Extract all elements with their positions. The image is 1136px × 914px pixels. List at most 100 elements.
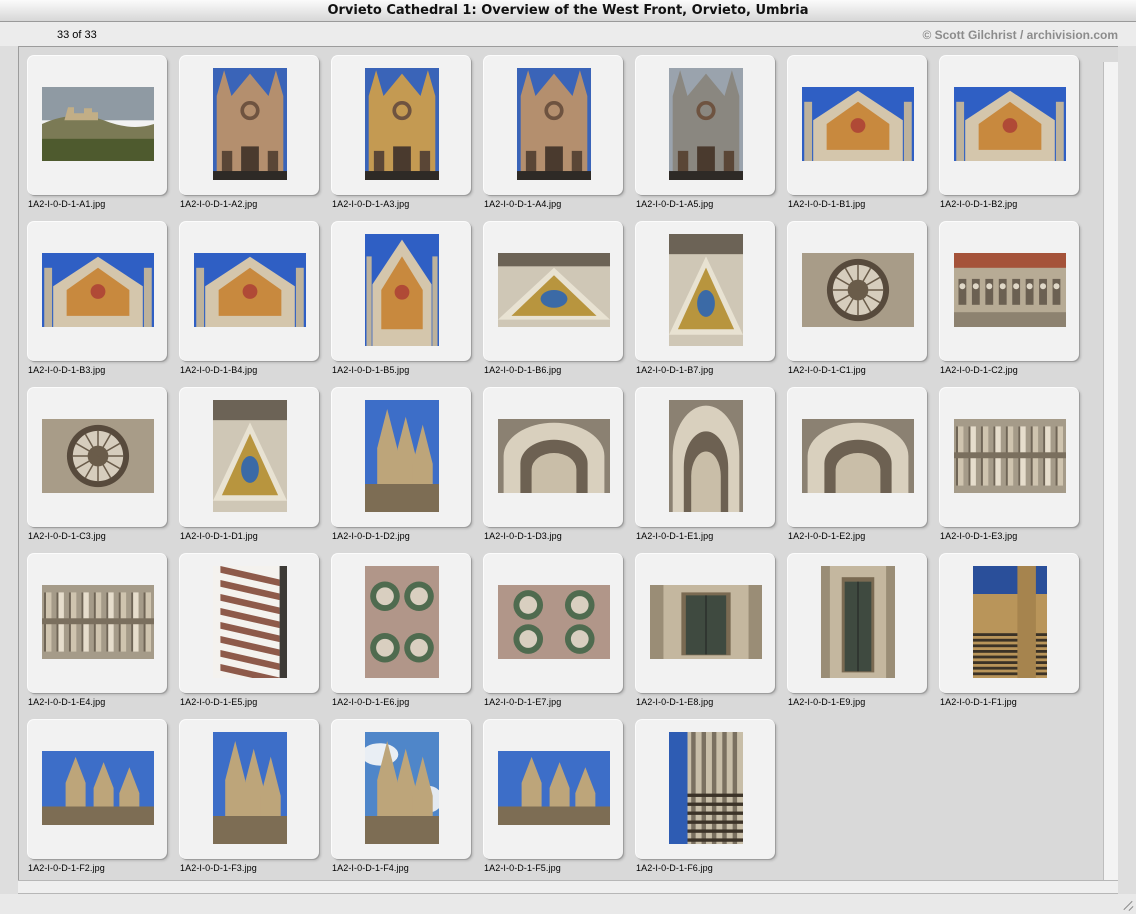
thumbnail-card[interactable] xyxy=(27,387,167,527)
thumbnail-card[interactable] xyxy=(27,221,167,361)
thumbnail-card[interactable] xyxy=(787,221,927,361)
thumbnail-image[interactable] xyxy=(802,87,914,161)
thumbnail-image[interactable] xyxy=(498,585,610,659)
thumbnail-card[interactable] xyxy=(483,719,623,859)
thumbnail-item[interactable]: 1A2-I-0-D-1-E1.jpg xyxy=(635,387,775,545)
thumbnail-image[interactable] xyxy=(498,751,610,825)
thumbnail-item[interactable]: 1A2-I-0-D-1-C2.jpg xyxy=(939,221,1079,379)
thumbnail-card[interactable] xyxy=(787,387,927,527)
thumbnail-item[interactable]: 1A2-I-0-D-1-D3.jpg xyxy=(483,387,623,545)
horizontal-scrollbar[interactable] xyxy=(18,880,1118,894)
thumbnail-card[interactable] xyxy=(939,387,1079,527)
thumbnail-card[interactable] xyxy=(635,387,775,527)
thumbnail-card[interactable] xyxy=(939,553,1079,693)
thumbnail-card[interactable] xyxy=(483,221,623,361)
thumbnail-image[interactable] xyxy=(669,400,743,512)
thumbnail-image[interactable] xyxy=(42,751,154,825)
thumbnail-item[interactable]: 1A2-I-0-D-1-A3.jpg xyxy=(331,55,471,213)
thumbnail-card[interactable] xyxy=(635,221,775,361)
thumbnail-item[interactable]: 1A2-I-0-D-1-F5.jpg xyxy=(483,719,623,877)
thumbnail-image[interactable] xyxy=(954,419,1066,493)
thumbnail-item[interactable]: 1A2-I-0-D-1-B1.jpg xyxy=(787,55,927,213)
thumbnail-image[interactable] xyxy=(42,419,154,493)
thumbnail-item[interactable]: 1A2-I-0-D-1-A4.jpg xyxy=(483,55,623,213)
thumbnail-card[interactable] xyxy=(787,55,927,195)
thumbnail-image[interactable] xyxy=(213,400,287,512)
thumbnail-image[interactable] xyxy=(650,585,762,659)
thumbnail-card[interactable] xyxy=(331,221,471,361)
thumbnail-card[interactable] xyxy=(635,719,775,859)
thumbnail-image[interactable] xyxy=(802,419,914,493)
thumbnail-item[interactable]: 1A2-I-0-D-1-B7.jpg xyxy=(635,221,775,379)
thumbnail-item[interactable]: 1A2-I-0-D-1-B5.jpg xyxy=(331,221,471,379)
thumbnail-card[interactable] xyxy=(483,55,623,195)
thumbnail-image[interactable] xyxy=(954,87,1066,161)
resize-handle-icon[interactable] xyxy=(1118,894,1134,912)
thumbnail-image[interactable] xyxy=(194,253,306,327)
thumbnail-image[interactable] xyxy=(973,566,1047,678)
thumbnail-item[interactable]: 1A2-I-0-D-1-F1.jpg xyxy=(939,553,1079,711)
thumbnail-card[interactable] xyxy=(179,387,319,527)
thumbnail-card[interactable] xyxy=(483,553,623,693)
thumbnail-item[interactable]: 1A2-I-0-D-1-F6.jpg xyxy=(635,719,775,877)
thumbnail-card[interactable] xyxy=(331,719,471,859)
thumbnail-item[interactable]: 1A2-I-0-D-1-E9.jpg xyxy=(787,553,927,711)
thumbnail-item[interactable]: 1A2-I-0-D-1-E5.jpg xyxy=(179,553,319,711)
thumbnail-image[interactable] xyxy=(365,68,439,180)
thumbnail-item[interactable]: 1A2-I-0-D-1-F4.jpg xyxy=(331,719,471,877)
thumbnail-item[interactable]: 1A2-I-0-D-1-D2.jpg xyxy=(331,387,471,545)
thumbnail-item[interactable]: 1A2-I-0-D-1-C3.jpg xyxy=(27,387,167,545)
thumbnail-image[interactable] xyxy=(42,585,154,659)
thumbnail-image[interactable] xyxy=(517,68,591,180)
thumbnail-item[interactable]: 1A2-I-0-D-1-B2.jpg xyxy=(939,55,1079,213)
thumbnail-image[interactable] xyxy=(669,68,743,180)
window-title-bar[interactable]: Orvieto Cathedral 1: Overview of the Wes… xyxy=(0,0,1136,22)
thumbnail-card[interactable] xyxy=(179,553,319,693)
thumbnail-image[interactable] xyxy=(213,68,287,180)
thumbnail-item[interactable]: 1A2-I-0-D-1-F2.jpg xyxy=(27,719,167,877)
thumbnail-item[interactable]: 1A2-I-0-D-1-E7.jpg xyxy=(483,553,623,711)
thumbnail-item[interactable]: 1A2-I-0-D-1-B6.jpg xyxy=(483,221,623,379)
thumbnail-item[interactable]: 1A2-I-0-D-1-A1.jpg xyxy=(27,55,167,213)
thumbnail-image[interactable] xyxy=(669,234,743,346)
thumbnail-item[interactable]: 1A2-I-0-D-1-B4.jpg xyxy=(179,221,319,379)
thumbnail-image[interactable] xyxy=(42,87,154,161)
thumbnail-card[interactable] xyxy=(331,387,471,527)
thumbnail-image[interactable] xyxy=(821,566,895,678)
thumbnail-image[interactable] xyxy=(954,253,1066,327)
thumbnail-card[interactable] xyxy=(331,55,471,195)
vertical-scrollbar[interactable] xyxy=(1103,62,1118,880)
thumbnail-image[interactable] xyxy=(669,732,743,844)
thumbnail-card[interactable] xyxy=(27,719,167,859)
thumbnail-card[interactable] xyxy=(787,553,927,693)
thumbnail-card[interactable] xyxy=(331,553,471,693)
thumbnail-item[interactable]: 1A2-I-0-D-1-E3.jpg xyxy=(939,387,1079,545)
thumbnail-image[interactable] xyxy=(42,253,154,327)
thumbnail-image[interactable] xyxy=(365,234,439,346)
thumbnail-item[interactable]: 1A2-I-0-D-1-D1.jpg xyxy=(179,387,319,545)
thumbnail-item[interactable]: 1A2-I-0-D-1-B3.jpg xyxy=(27,221,167,379)
thumbnail-item[interactable]: 1A2-I-0-D-1-A5.jpg xyxy=(635,55,775,213)
thumbnail-item[interactable]: 1A2-I-0-D-1-E6.jpg xyxy=(331,553,471,711)
thumbnail-image[interactable] xyxy=(365,566,439,678)
thumbnail-image[interactable] xyxy=(802,253,914,327)
thumbnail-card[interactable] xyxy=(179,221,319,361)
thumbnail-image[interactable] xyxy=(498,419,610,493)
thumbnail-card[interactable] xyxy=(939,221,1079,361)
thumbnail-image[interactable] xyxy=(498,253,610,327)
thumbnail-item[interactable]: 1A2-I-0-D-1-E4.jpg xyxy=(27,553,167,711)
thumbnail-item[interactable]: 1A2-I-0-D-1-E8.jpg xyxy=(635,553,775,711)
thumbnail-item[interactable]: 1A2-I-0-D-1-C1.jpg xyxy=(787,221,927,379)
thumbnail-image[interactable] xyxy=(365,400,439,512)
thumbnail-card[interactable] xyxy=(179,55,319,195)
thumbnail-item[interactable]: 1A2-I-0-D-1-E2.jpg xyxy=(787,387,927,545)
thumbnail-card[interactable] xyxy=(483,387,623,527)
thumbnail-card[interactable] xyxy=(27,55,167,195)
thumbnail-image[interactable] xyxy=(213,566,287,678)
thumbnail-card[interactable] xyxy=(27,553,167,693)
thumbnail-card[interactable] xyxy=(635,55,775,195)
thumbnail-image[interactable] xyxy=(213,732,287,844)
thumbnail-card[interactable] xyxy=(179,719,319,859)
thumbnail-image[interactable] xyxy=(365,732,439,844)
thumbnail-card[interactable] xyxy=(635,553,775,693)
